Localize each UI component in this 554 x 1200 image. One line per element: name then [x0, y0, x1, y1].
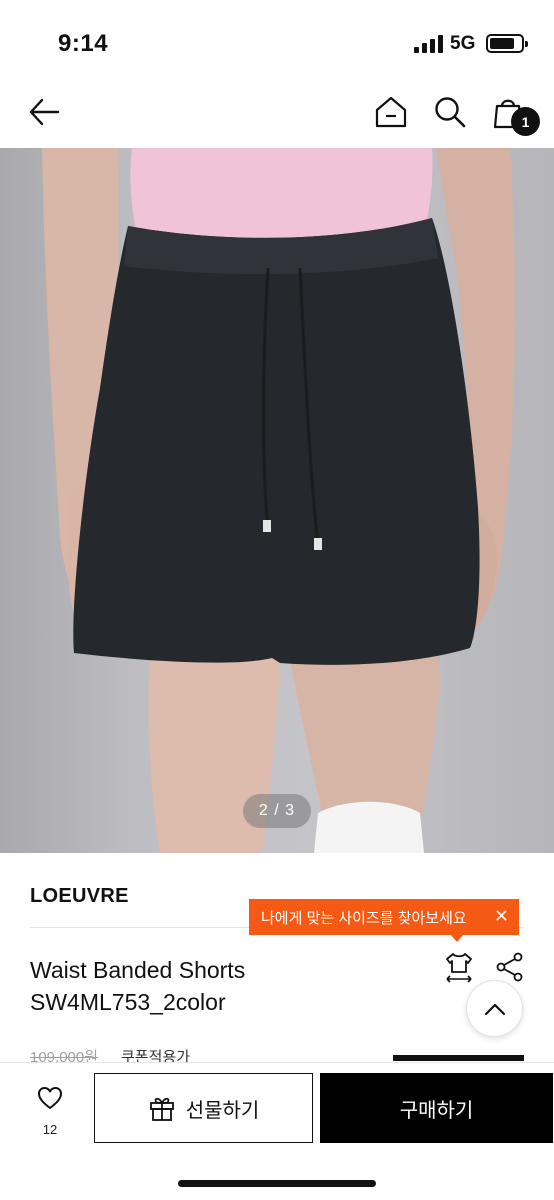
tooltip-close-icon[interactable]: ✕ — [494, 907, 509, 925]
like-button[interactable]: 12 — [20, 1078, 80, 1144]
brand-name[interactable]: LOEUVRE — [30, 885, 129, 908]
status-time: 9:14 — [58, 30, 109, 57]
price-bar — [393, 1055, 524, 1061]
back-arrow-icon[interactable] — [24, 92, 64, 132]
product-photo — [42, 148, 516, 853]
signal-icon — [414, 35, 444, 53]
image-counter: 2 / 3 — [243, 794, 311, 828]
tooltip-text: 나에게 맞는 사이즈를 찾아보세요 — [261, 909, 467, 927]
battery-icon — [486, 34, 528, 53]
product-name: Waist Banded Shorts — [30, 957, 246, 983]
size-guide-icon[interactable] — [443, 951, 475, 983]
home-indicator — [178, 1180, 376, 1187]
status-bar: 9:14 5G — [0, 0, 554, 80]
network-type: 5G — [450, 33, 476, 54]
like-count: 12 — [42, 1122, 58, 1137]
heart-icon — [38, 1087, 62, 1109]
scroll-to-top-button[interactable] — [466, 980, 523, 1037]
gift-icon — [149, 1097, 174, 1121]
product-image[interactable] — [0, 148, 554, 853]
buy-button[interactable]: 구매하기 — [320, 1073, 553, 1143]
product-title: Waist Banded Shorts SW4ML753_2color — [30, 954, 245, 1018]
cart-count-badge: 1 — [511, 107, 540, 136]
gift-button[interactable]: 선물하기 — [94, 1073, 313, 1143]
size-finder-tooltip[interactable]: 나에게 맞는 사이즈를 찾아보세요 ✕ — [249, 899, 519, 935]
top-nav — [0, 80, 554, 148]
share-icon[interactable] — [494, 951, 526, 983]
chevron-up-icon — [484, 1003, 505, 1015]
home-icon[interactable] — [371, 92, 411, 132]
search-icon[interactable] — [430, 92, 470, 132]
gift-button-label: 선물하기 — [185, 1099, 260, 1122]
product-code: SW4ML753_2color — [30, 989, 226, 1015]
tooltip-arrow — [450, 934, 464, 942]
buy-button-label: 구매하기 — [399, 1099, 474, 1122]
